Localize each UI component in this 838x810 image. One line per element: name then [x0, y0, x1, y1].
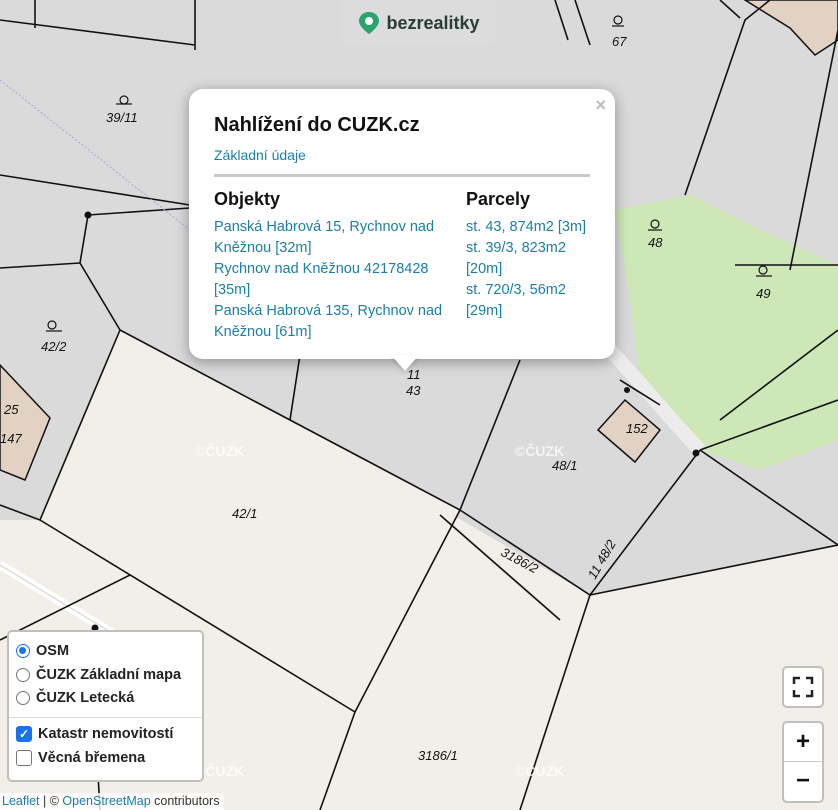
layer-label: ČUZK Letecká [36, 690, 135, 706]
attribution: Leaflet | © OpenStreetMap contributors [0, 793, 225, 810]
zoom-in-button[interactable]: + [784, 723, 822, 762]
osm-link[interactable]: OpenStreetMap [62, 794, 150, 808]
parcel-label: 25 [3, 402, 19, 417]
parcel-link[interactable]: st. 43, 874m2 [3m] [466, 217, 596, 238]
attribution-separator: | © [39, 794, 63, 808]
watermark: ©ČUZK [515, 442, 564, 459]
objects-list: Panská Habrová 15, Rychnov nad Kněžnou [… [214, 217, 459, 343]
parcel-label: 67 [612, 34, 627, 49]
parcels-list: st. 43, 874m2 [3m] st. 39/3, 823m2 [20m]… [466, 217, 596, 322]
fullscreen-icon [792, 676, 814, 698]
layer-option-osm[interactable]: OSM [16, 643, 69, 659]
object-link[interactable]: Panská Habrová 135, Rychnov nad Kněžnou … [214, 301, 459, 343]
parcel-label: 39/11 [106, 110, 138, 125]
zoom-out-button[interactable]: − [784, 762, 822, 800]
leaflet-link[interactable]: Leaflet [2, 794, 40, 808]
radio-button[interactable] [16, 691, 30, 705]
location-pin-icon [359, 12, 380, 34]
layer-option-cuzk-aerial[interactable]: ČUZK Letecká [16, 690, 134, 706]
divider [9, 717, 202, 718]
zoom-control: + − [782, 721, 824, 803]
objects-header: Objekty [214, 189, 281, 209]
layer-label: ČUZK Základní mapa [36, 667, 182, 683]
brand-name: bezrealitky [386, 12, 480, 33]
checkbox[interactable]: ✓ [16, 726, 32, 742]
radio-button[interactable] [16, 644, 30, 658]
overlay-label: Věcná břemena [38, 750, 146, 766]
parcel-label: 147 [0, 431, 22, 446]
popup-pointer [391, 355, 419, 371]
object-link[interactable]: Rychnov nad Kněžnou 42178428 [35m] [214, 259, 459, 301]
map-canvas[interactable]: ©ČUZK ©ČUZK ©ČUZK ©ČUZK 67 39/11 48 49 4… [0, 0, 838, 810]
close-icon[interactable]: × [595, 95, 606, 116]
layer-label: OSM [36, 643, 70, 659]
parcel-label: 48/1 [552, 458, 577, 473]
fullscreen-button[interactable] [782, 666, 824, 708]
attribution-suffix: contributors [150, 794, 220, 808]
parcel-label: 42/1 [232, 506, 257, 521]
parcel-label: 49 [756, 286, 770, 301]
parcel-label: 43 [406, 383, 421, 398]
radio-button[interactable] [16, 668, 30, 682]
parcel-label: 42/2 [41, 339, 67, 354]
parcels-header: Parcely [466, 189, 531, 209]
overlay-option-easements[interactable]: Věcná břemena [16, 750, 145, 766]
parcel-label: 3186/1 [418, 748, 458, 763]
overlay-label: Katastr nemovitostí [38, 726, 174, 742]
watermark: ©ČUZK [515, 762, 564, 779]
divider [214, 174, 590, 177]
overlay-option-cadastre[interactable]: ✓ Katastr nemovitostí [16, 726, 173, 742]
basic-info-link[interactable]: Základní údaje [214, 147, 306, 163]
checkbox[interactable] [16, 750, 32, 766]
parcel-label: 152 [626, 421, 648, 436]
parcel-link[interactable]: st. 39/3, 823m2 [20m] [466, 238, 596, 280]
cuzk-popup: × Nahlížení do CUZK.cz Základní údaje Ob… [189, 89, 615, 359]
popup-title: Nahlížení do CUZK.cz [214, 114, 420, 136]
layer-option-cuzk-basic[interactable]: ČUZK Základní mapa [16, 667, 181, 683]
object-link[interactable]: Panská Habrová 15, Rychnov nad Kněžnou [… [214, 217, 459, 259]
brand-badge[interactable]: bezrealitky [341, 0, 497, 46]
layer-control: OSM ČUZK Základní mapa ČUZK Letecká ✓ Ka… [7, 630, 204, 782]
parcel-link[interactable]: st. 720/3, 56m2 [29m] [466, 280, 596, 322]
watermark: ©ČUZK [195, 442, 244, 459]
parcel-label: 48 [648, 235, 663, 250]
